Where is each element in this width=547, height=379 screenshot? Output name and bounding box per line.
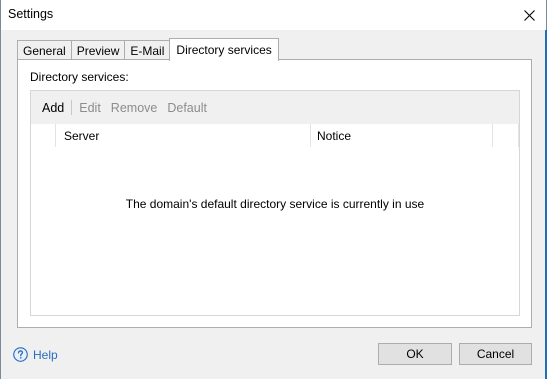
edit-button[interactable]: Edit: [74, 101, 106, 115]
window-title: Settings: [8, 7, 54, 21]
column-server-label: Server: [64, 128, 100, 143]
default-button[interactable]: Default: [162, 101, 212, 115]
column-server[interactable]: Server: [56, 124, 311, 147]
tab-preview-label: Preview: [76, 43, 120, 58]
tab-email[interactable]: E-Mail: [124, 40, 171, 60]
tab-directory-services-label: Directory services: [176, 43, 272, 57]
column-filler: [493, 124, 519, 147]
directory-services-list: Add Edit Remove Default Server Notice Th…: [30, 90, 520, 316]
help-icon: [13, 347, 28, 362]
settings-dialog: Settings General Preview E-Mail Director…: [0, 0, 547, 379]
add-button[interactable]: Add: [37, 101, 69, 115]
column-notice-label: Notice: [317, 128, 352, 143]
toolbar-separator: [71, 100, 73, 115]
tab-strip: General Preview E-Mail Directory service…: [17, 38, 279, 61]
help-label: Help: [33, 347, 58, 362]
title-bar: Settings: [1, 0, 546, 30]
column-header: Server Notice: [31, 124, 519, 147]
close-button[interactable]: [512, 0, 546, 30]
tab-general-label: General: [23, 43, 66, 58]
empty-list-message: The domain's default directory service i…: [125, 197, 425, 211]
cancel-button[interactable]: Cancel: [459, 343, 532, 365]
help-link[interactable]: Help: [13, 347, 58, 362]
remove-button[interactable]: Remove: [106, 101, 163, 115]
column-gutter: [31, 124, 56, 147]
directory-services-panel: Directory services: Add Edit Remove Defa…: [17, 59, 532, 328]
close-icon: [523, 9, 535, 21]
list-toolbar: Add Edit Remove Default: [31, 91, 519, 124]
tab-directory-services[interactable]: Directory services: [169, 38, 279, 61]
group-label: Directory services:: [30, 70, 129, 84]
column-notice[interactable]: Notice: [311, 124, 493, 147]
tab-general[interactable]: General: [17, 40, 72, 60]
tab-email-label: E-Mail: [130, 43, 165, 58]
ok-button[interactable]: OK: [378, 343, 452, 365]
tab-preview[interactable]: Preview: [70, 40, 126, 60]
